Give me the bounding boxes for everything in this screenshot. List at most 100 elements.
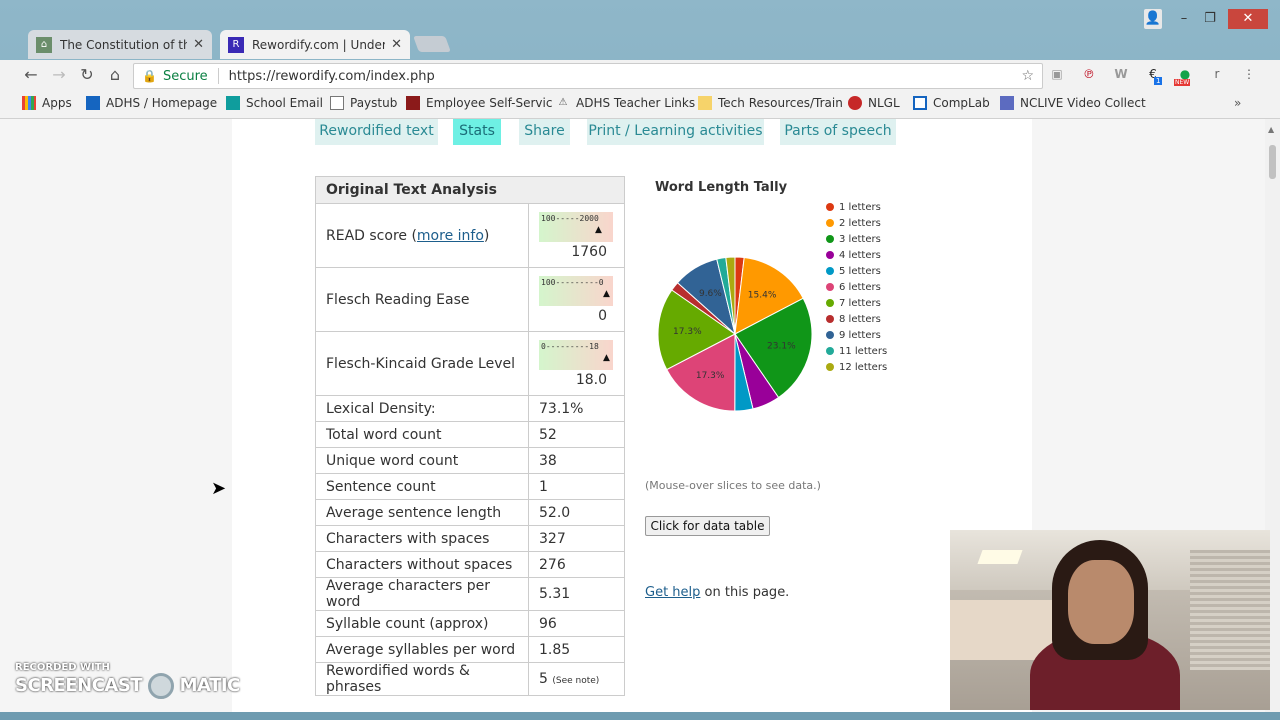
legend-label: 6 letters — [839, 281, 881, 293]
scroll-thumb[interactable] — [1269, 145, 1276, 179]
close-tab-icon[interactable]: ✕ — [193, 37, 204, 52]
legend-label: 12 letters — [839, 361, 888, 373]
legend-item: 7 letters — [826, 295, 887, 311]
bookmark-complab[interactable]: CompLab — [913, 96, 990, 110]
legend-item: 5 letters — [826, 263, 887, 279]
legend-item: 2 letters — [826, 215, 887, 231]
legend-label: 7 letters — [839, 297, 881, 309]
complab-icon — [913, 96, 927, 110]
get-help-link[interactable]: Get help — [645, 585, 700, 600]
tab-rewordify[interactable]: R Rewordify.com | Underst ✕ — [220, 30, 410, 59]
bookmark-nclive[interactable]: NCLIVE Video Collect — [1000, 96, 1146, 110]
grammarly-icon[interactable]: ● NEW — [1174, 67, 1194, 86]
address-bar[interactable]: 🔒 Secure https://rewordify.com/index.php… — [133, 63, 1043, 89]
stat-row: Total word count 52 — [315, 421, 625, 448]
legend-swatch — [826, 347, 834, 355]
bookmark-adhs-homepage[interactable]: ADHS / Homepage — [86, 96, 217, 110]
window-close-icon[interactable]: ✕ — [1228, 9, 1268, 29]
menu-icon[interactable]: ⋮ — [1240, 67, 1258, 83]
bookmark-nlgl[interactable]: NLGL — [848, 96, 900, 110]
legend-label: 2 letters — [839, 217, 881, 229]
legend-item: 8 letters — [826, 311, 887, 327]
fk-grade-meter: 0---------18 ▲ — [539, 339, 613, 370]
w-extension-icon[interactable]: W — [1112, 67, 1130, 83]
pie-slice-label: 23.1% — [767, 342, 796, 352]
profile-r[interactable]: r — [1208, 67, 1226, 83]
flesch-label: Flesch Reading Ease — [315, 267, 529, 332]
data-table-button[interactable]: Click for data table — [645, 516, 770, 536]
maximize-icon[interactable]: ❐ — [1200, 9, 1220, 29]
tab-stats[interactable]: Stats — [453, 119, 501, 145]
reload-icon[interactable]: ↻ — [77, 65, 97, 84]
page-icon — [330, 96, 344, 110]
legend-swatch — [826, 235, 834, 243]
bookmark-school-email[interactable]: School Email — [226, 96, 323, 110]
stat-row: Average characters per word 5.31 — [315, 577, 625, 611]
word-length-pie-chart[interactable]: 15.4% 23.1% 17.3% 17.3% 9.6% — [650, 249, 820, 419]
legend-label: 1 letters — [839, 201, 881, 213]
legend-item: 1 letters — [826, 199, 887, 215]
flesch-value: 0 — [598, 307, 607, 324]
reworded-value: 5 — [539, 671, 548, 687]
forward-icon[interactable]: → — [49, 65, 69, 84]
bookmark-employee-self-service[interactable]: Employee Self-Servic — [406, 96, 552, 110]
bookmark-star-icon[interactable]: ☆ — [1021, 68, 1034, 84]
bookmark-apps[interactable]: Apps — [22, 96, 72, 110]
bookmark-tech-resources[interactable]: Tech Resources/Train — [698, 96, 843, 110]
chart-title: Word Length Tally — [655, 180, 788, 195]
more-info-link[interactable]: more info — [417, 228, 484, 244]
tab-print-learning[interactable]: Print / Learning activities — [587, 119, 764, 145]
bookmark-adhs-teacher-links[interactable]: ⚠ ADHS Teacher Links — [556, 96, 696, 110]
home-icon[interactable]: ⌂ — [105, 65, 125, 84]
analysis-heading: Original Text Analysis — [315, 176, 625, 204]
back-icon[interactable]: ← — [21, 65, 41, 84]
lock-icon: 🔒 — [142, 69, 157, 83]
folder-icon — [698, 96, 712, 110]
stat-row: Average syllables per word 1.85 — [315, 636, 625, 663]
legend-item: 12 letters — [826, 359, 887, 375]
legend-item: 3 letters — [826, 231, 887, 247]
page-content: Rewordified text Stats Share Print / Lea… — [232, 119, 1032, 712]
extension-icon[interactable]: ▣ — [1048, 67, 1066, 83]
stat-row: Lexical Density: 73.1% — [315, 395, 625, 422]
legend-swatch — [826, 315, 834, 323]
read-score-cell: 100-----2000 ▲ 1760 — [528, 203, 625, 268]
minimize-icon[interactable]: – — [1174, 9, 1194, 29]
help-line: Get help on this page. — [645, 585, 790, 600]
url-text[interactable]: https://rewordify.com/index.php — [229, 69, 435, 84]
legend-item: 4 letters — [826, 247, 887, 263]
profile-icon[interactable]: 👤 — [1144, 9, 1162, 29]
employee-icon — [406, 96, 420, 110]
extension-badge-icon[interactable]: €1 — [1144, 67, 1163, 85]
legend-swatch — [826, 203, 834, 211]
legend-item: 6 letters — [826, 279, 887, 295]
tab-rewordified-text[interactable]: Rewordified text — [315, 119, 438, 145]
close-tab-icon[interactable]: ✕ — [391, 37, 402, 52]
legend-swatch — [826, 219, 834, 227]
pinterest-icon[interactable]: ℗ — [1080, 67, 1098, 83]
screencast-watermark: RECORDED WITH SCREENCAST MATIC — [15, 662, 240, 699]
browser-toolbar: ← → ↻ ⌂ 🔒 Secure https://rewordify.com/i… — [0, 60, 1280, 90]
see-note-link[interactable]: (See note) — [552, 676, 599, 686]
secure-label: Secure — [162, 68, 208, 84]
tab-constitution[interactable]: ⌂ The Constitution of the U ✕ — [28, 30, 212, 59]
tab-share[interactable]: Share — [519, 119, 570, 145]
more-bookmarks-icon[interactable]: » — [1234, 96, 1241, 110]
legend-label: 4 letters — [839, 249, 881, 261]
legend-label: 3 letters — [839, 233, 881, 245]
bookmark-paystub[interactable]: Paystub — [330, 96, 397, 110]
ceiling-light — [977, 550, 1023, 564]
new-tab-button[interactable] — [413, 36, 451, 52]
pie-slice-label: 17.3% — [673, 327, 702, 337]
legend-swatch — [826, 331, 834, 339]
scroll-up-icon[interactable]: ▲ — [1268, 125, 1274, 134]
apps-grid-icon — [22, 96, 36, 110]
meter-marker-icon: ▲ — [603, 352, 610, 363]
building-icon: ⌂ — [36, 36, 52, 53]
fk-grade-label: Flesch-Kincaid Grade Level — [315, 331, 529, 396]
nclive-icon — [1000, 96, 1014, 110]
meter-marker-icon: ▲ — [594, 224, 602, 235]
meter-marker-icon: ▲ — [603, 288, 610, 299]
legend-item: 11 letters — [826, 343, 887, 359]
tab-parts-of-speech[interactable]: Parts of speech — [780, 119, 896, 145]
